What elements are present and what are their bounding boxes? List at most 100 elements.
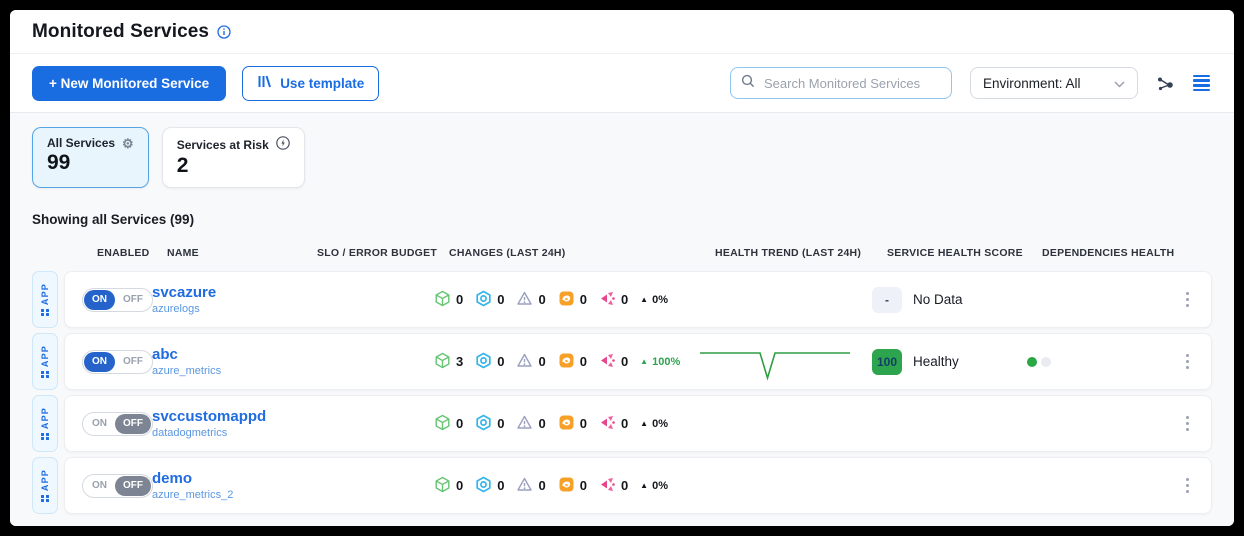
service-type-label: APP [40,407,50,429]
topology-view-icon[interactable] [1156,75,1175,92]
toggle-on-label: ON [84,476,115,496]
enabled-toggle[interactable]: ON OFF [82,288,153,312]
enabled-toggle[interactable]: ON OFF [82,474,153,498]
service-name-link[interactable]: svccustomappd [152,408,302,426]
environment-value: Environment: All [983,76,1081,91]
service-type-tab[interactable]: APP [32,333,58,390]
all-services-card[interactable]: All Services ⚙ 99 [32,127,149,188]
enabled-toggle[interactable]: ON OFF [82,412,153,436]
service-type-label: APP [40,469,50,491]
change-delta: ▲0% [640,418,668,430]
change-count: 0 [497,416,504,431]
hexagon-icon [475,290,492,310]
row-menu-button[interactable] [1180,474,1196,498]
service-name-link[interactable]: svcazure [152,284,302,302]
col-name: NAME [167,247,317,259]
service-type-label: APP [40,283,50,305]
list-view-icon[interactable] [1191,73,1212,93]
change-count: 0 [497,354,504,369]
new-monitored-service-label: + New Monitored Service [49,76,209,91]
change-count: 0 [456,292,463,307]
warning-triangle-icon [516,290,533,310]
change-count: 0 [456,416,463,431]
search-input[interactable] [762,75,941,92]
col-health-score: SERVICE HEALTH SCORE [887,247,1042,259]
search-icon [741,74,755,93]
change-delta: ▲0% [640,480,668,492]
col-changes: CHANGES (LAST 24H) [449,247,715,259]
app-grid-icon [41,433,49,441]
app-window: Monitored Services + New Monitored Servi… [10,10,1234,526]
dependency-dot-gray [1041,357,1051,367]
cube-icon [434,290,451,310]
row-menu-button[interactable] [1180,288,1196,312]
health-trend-sparkline [700,342,850,382]
orange-app-icon [558,476,575,496]
delta-up-icon: ▲ [640,357,648,366]
change-count: 0 [580,478,587,493]
new-monitored-service-button[interactable]: + New Monitored Service [32,66,226,101]
col-slo: SLO / ERROR BUDGET [317,247,449,259]
toggle-off-label: OFF [115,352,151,372]
hexagon-icon [475,414,492,434]
services-at-risk-label: Services at Risk [177,138,269,152]
changes-cell: 0 0 0 0 0 ▲0% [434,414,700,434]
health-score-label: Healthy [913,354,959,369]
service-type-tab[interactable]: APP [32,271,58,328]
page-title: Monitored Services [32,21,209,43]
service-name-link[interactable]: abc [152,346,302,364]
service-type-tab[interactable]: APP [32,395,58,452]
environment-dropdown[interactable]: Environment: All [970,67,1138,99]
page-header: Monitored Services [10,10,1234,54]
all-services-count: 99 [47,151,134,175]
delta-up-icon: ▲ [640,481,648,490]
warning-triangle-icon [516,414,533,434]
info-icon[interactable] [217,25,231,39]
change-delta: ▲100% [640,356,680,368]
change-count: 0 [621,292,628,307]
change-count: 0 [580,292,587,307]
toggle-off-label: OFF [115,476,151,496]
services-at-risk-count: 2 [177,154,290,178]
warning-triangle-icon [516,476,533,496]
dependency-dot-green [1027,357,1037,367]
use-template-button[interactable]: Use template [242,66,379,101]
service-type-tab[interactable]: APP [32,457,58,514]
pink-arrows-icon [599,352,616,372]
delta-up-icon: ▲ [640,295,648,304]
toolbar: + New Monitored Service Use template Env… [10,54,1234,113]
change-count: 3 [456,354,463,369]
health-score-cell: 100 Healthy [872,349,1027,375]
health-score-label: No Data [913,292,963,307]
change-count: 0 [538,416,545,431]
table-row: APP ON OFF abc azure_metrics [32,333,1212,390]
table-row: APP ON OFF svccustomappd datadogmetrics [32,395,1212,452]
chevron-down-icon [1114,76,1125,91]
changes-cell: 0 0 0 0 0 ▲0% [434,476,700,496]
services-at-risk-card[interactable]: Services at Risk 2 [162,127,305,188]
pink-arrows-icon [599,476,616,496]
enabled-toggle[interactable]: ON OFF [82,350,153,374]
row-menu-button[interactable] [1180,412,1196,436]
services-table: APP ON OFF svcazure azurelogs [32,271,1212,514]
col-dependencies-health: DEPENDENCIES HEALTH [1042,247,1196,259]
hexagon-icon [475,476,492,496]
health-trend-cell [700,342,872,382]
use-template-label: Use template [280,76,364,91]
cube-icon [434,414,451,434]
service-integration-label: azure_metrics_2 [152,489,302,501]
col-health-trend: HEALTH TREND (LAST 24H) [715,247,887,259]
change-delta: ▲0% [640,294,668,306]
gear-icon: ⚙ [122,137,134,150]
change-count: 0 [580,354,587,369]
service-name-link[interactable]: demo [152,470,302,488]
app-grid-icon [41,309,49,317]
row-menu-button[interactable] [1180,350,1196,374]
health-score-badge: - [872,287,902,313]
template-icon [257,74,272,92]
dependencies-health-dots [1027,357,1051,367]
lightning-icon [276,136,290,153]
toggle-on-label: ON [84,352,115,372]
table-header: ENABLED NAME SLO / ERROR BUDGET CHANGES … [80,247,1212,259]
service-integration-label: datadogmetrics [152,427,302,439]
